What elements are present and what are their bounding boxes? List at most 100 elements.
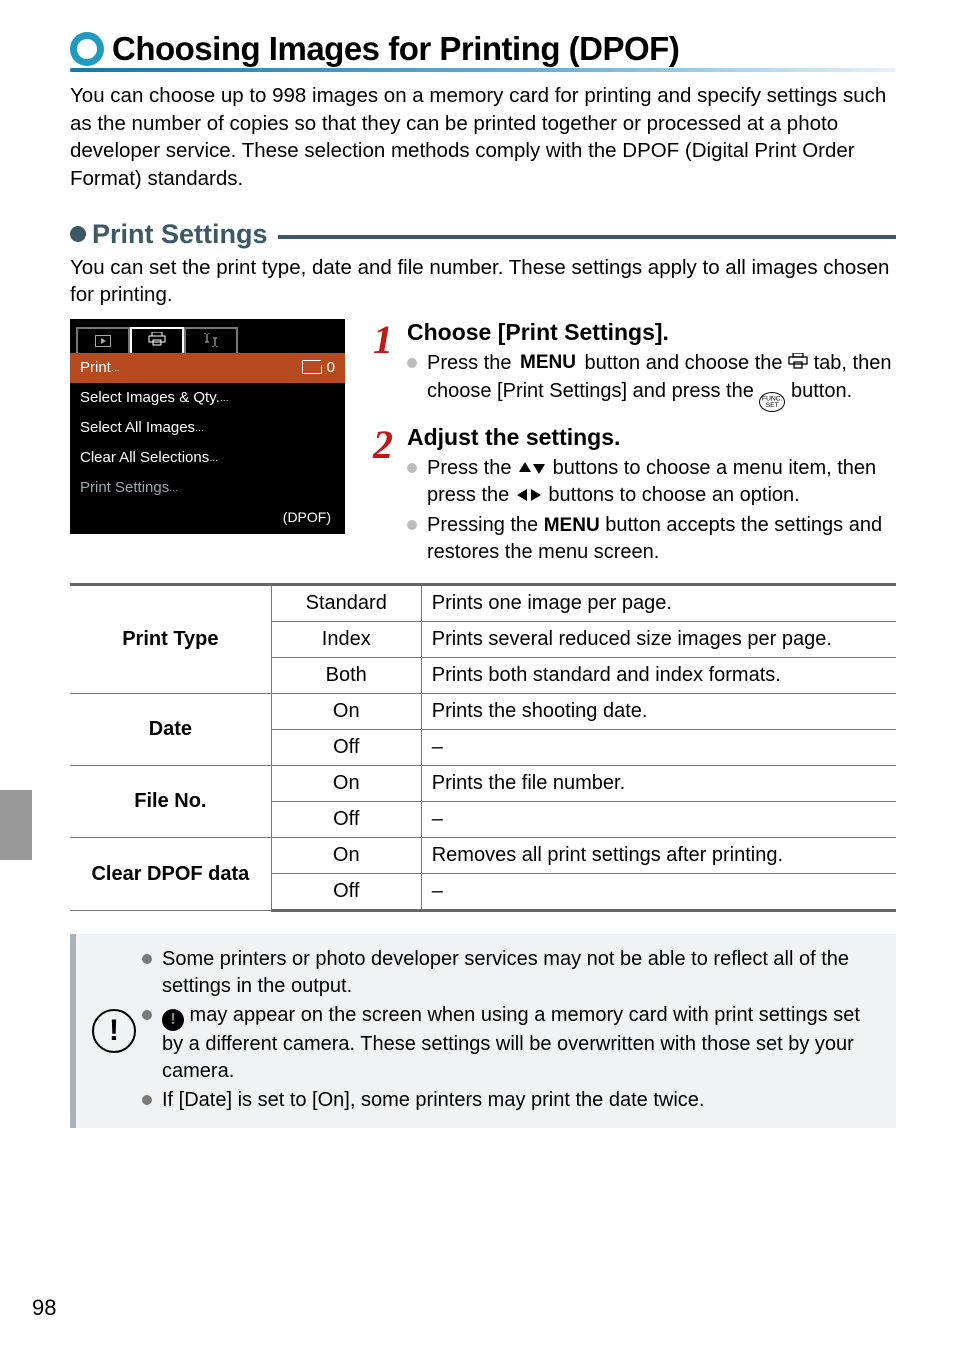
desc-fileno-on: Prints the file number.	[421, 766, 896, 802]
printer-svg-icon	[148, 332, 166, 346]
opt-date-off: Off	[271, 730, 421, 766]
two-column: Print… 0 Select Images & Qty.… Select Al…	[70, 319, 896, 569]
caution-box: ! Some printers or photo developer servi…	[70, 934, 896, 1128]
table-row: Clear DPOF data On Removes all print set…	[70, 838, 896, 874]
ellipsis-icon: …	[169, 473, 179, 503]
bullet-icon	[142, 1010, 152, 1020]
desc-standard: Prints one image per page.	[421, 585, 896, 622]
desc-fileno-off: –	[421, 802, 896, 838]
lcd-item-clear-all: Clear All Selections…	[70, 443, 345, 473]
step-1-text: Press the MENU button and choose the tab…	[427, 350, 896, 412]
caution-text-3: If [Date] is set to [On], some printers …	[162, 1087, 704, 1114]
warning-icon: !	[92, 1009, 136, 1053]
lcd-item-print: Print… 0	[70, 353, 345, 383]
desc-date-on: Prints the shooting date.	[421, 694, 896, 730]
opt-standard: Standard	[271, 585, 421, 622]
printer-icon	[148, 332, 166, 351]
lcd-tabs	[70, 319, 345, 353]
opt-clear-on: On	[271, 838, 421, 874]
up-down-arrows-icon	[517, 460, 547, 476]
step-number-2: 2	[373, 430, 407, 460]
step-2-text-1: Press the buttons to choose a menu item,…	[427, 455, 896, 510]
lcd-print-count: 0	[327, 359, 335, 376]
func-set-button-icon: FUNC.SET	[759, 392, 785, 412]
menu-button-icon: MENU	[517, 355, 579, 371]
section-intro: You can set the print type, date and fil…	[70, 254, 896, 309]
camera-lcd: Print… 0 Select Images & Qty.… Select Al…	[70, 319, 345, 534]
step-2-text-2: Pressing the MENU button accepts the set…	[427, 512, 896, 567]
desc-date-off: –	[421, 730, 896, 766]
row-head-clear: Clear DPOF data	[70, 838, 271, 911]
desc-clear-on: Removes all print settings after printin…	[421, 838, 896, 874]
opt-clear-off: Off	[271, 874, 421, 911]
lcd-item-print-settings: Print Settings…	[70, 473, 345, 503]
step-1-head: 1 Choose [Print Settings]. Press the MEN…	[373, 319, 896, 414]
step-2-bullet-1: Press the buttons to choose a menu item,…	[407, 455, 896, 510]
intro-text: You can choose up to 998 images on a mem…	[70, 82, 896, 193]
title-row: Choosing Images for Printing (DPOF)	[70, 30, 896, 68]
tools-svg-icon	[202, 333, 220, 347]
caution-text-1: Some printers or photo developer service…	[162, 946, 880, 1000]
step-2-bullet-2: Pressing the MENU button accepts the set…	[407, 512, 896, 567]
section-bullet-icon	[70, 226, 86, 242]
section-heading-row: Print Settings	[70, 219, 896, 250]
desc-clear-off: –	[421, 874, 896, 911]
opt-index: Index	[271, 622, 421, 658]
lcd-item-select-images: Select Images & Qty.…	[70, 383, 345, 413]
row-head-fileno: File No.	[70, 766, 271, 838]
opt-fileno-on: On	[271, 766, 421, 802]
opt-date-on: On	[271, 694, 421, 730]
row-head-print-type: Print Type	[70, 585, 271, 694]
caution-text-2: ! may appear on the screen when using a …	[162, 1002, 880, 1085]
bullet-icon	[407, 463, 417, 473]
lcd-print-label: Print	[80, 359, 111, 376]
lcd-tab-playback	[76, 327, 130, 353]
ellipsis-icon: …	[111, 353, 121, 383]
opt-fileno-off: Off	[271, 802, 421, 838]
table-row: Date On Prints the shooting date.	[70, 694, 896, 730]
step-2-head: 2 Adjust the settings. Press the buttons…	[373, 424, 896, 569]
tools-icon	[202, 333, 220, 350]
caution-bullets: Some printers or photo developer service…	[142, 946, 880, 1116]
settings-table: Print Type Standard Prints one image per…	[70, 583, 896, 912]
card-icon	[302, 360, 322, 374]
bullet-icon	[142, 954, 152, 964]
lcd-tab-print	[130, 327, 184, 353]
table-row: Print Type Standard Prints one image per…	[70, 585, 896, 622]
row-head-date: Date	[70, 694, 271, 766]
section-rule	[278, 235, 896, 239]
caution-bullet-1: Some printers or photo developer service…	[142, 946, 880, 1000]
desc-both: Prints both standard and index formats.	[421, 658, 896, 694]
print-tab-icon	[788, 350, 808, 378]
lcd-footer: (DPOF)	[70, 503, 345, 535]
page-number: 98	[32, 1295, 56, 1321]
step-1-title: Choose [Print Settings].	[407, 319, 896, 346]
caution-bullet-3: If [Date] is set to [On], some printers …	[142, 1087, 880, 1114]
section-title: Print Settings	[92, 219, 268, 250]
lcd-tab-tools	[184, 327, 238, 353]
ellipsis-icon: …	[195, 413, 205, 443]
title-rule	[70, 68, 896, 72]
bullet-icon	[407, 358, 417, 368]
steps: 1 Choose [Print Settings]. Press the MEN…	[373, 319, 896, 569]
caution-bullet-2: ! may appear on the screen when using a …	[142, 1002, 880, 1085]
left-right-arrows-icon	[515, 487, 543, 503]
bullet-icon	[407, 520, 417, 530]
table-row: File No. On Prints the file number.	[70, 766, 896, 802]
page: Choosing Images for Printing (DPOF) You …	[0, 0, 954, 1345]
menu-button-icon: MENU	[544, 515, 600, 536]
step-number-1: 1	[373, 325, 407, 355]
title-bullet-icon	[70, 32, 104, 66]
opt-both: Both	[271, 658, 421, 694]
warning-pill-icon: !	[162, 1009, 184, 1031]
play-icon	[95, 335, 111, 347]
ellipsis-icon: …	[209, 443, 219, 473]
ellipsis-icon: …	[220, 383, 230, 413]
side-tab	[0, 790, 32, 860]
bullet-icon	[142, 1095, 152, 1105]
caution-icon-col: !	[86, 946, 142, 1116]
step-2-title: Adjust the settings.	[407, 424, 896, 451]
step-1-bullet: Press the MENU button and choose the tab…	[407, 350, 896, 412]
lcd-item-select-all: Select All Images…	[70, 413, 345, 443]
page-title: Choosing Images for Printing (DPOF)	[112, 30, 679, 68]
